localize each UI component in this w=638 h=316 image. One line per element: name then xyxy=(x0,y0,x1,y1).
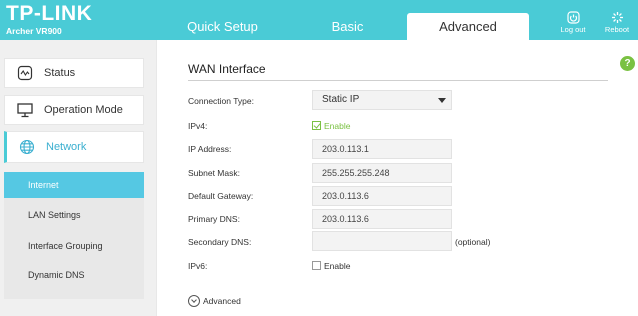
sidebar-item-network[interactable]: Network xyxy=(4,131,144,163)
page-title: WAN Interface xyxy=(188,62,266,76)
sidebar-item-label: Status xyxy=(44,67,76,79)
help-button[interactable]: ? xyxy=(620,56,635,71)
model-name: Archer VR900 xyxy=(6,26,62,36)
submenu-item-lan-settings[interactable]: LAN Settings xyxy=(4,202,144,228)
ipv4-enable-checkbox[interactable]: Enable xyxy=(312,121,350,131)
checkbox-checked-icon xyxy=(312,121,321,130)
checkbox-unchecked-icon xyxy=(312,261,321,270)
sidebar-item-status[interactable]: Status xyxy=(4,58,144,88)
ipv6-enable-label: Enable xyxy=(324,261,351,271)
submenu-item-internet[interactable]: Internet xyxy=(4,172,144,198)
subnet-mask-label: Subnet Mask: xyxy=(188,168,240,178)
ip-address-label: IP Address: xyxy=(188,144,232,154)
sidebar-divider xyxy=(156,40,157,316)
ip-address-input[interactable] xyxy=(312,139,452,159)
reboot-icon xyxy=(611,12,623,23)
reboot-label: Reboot xyxy=(604,25,630,34)
logout-icon xyxy=(566,11,580,24)
default-gateway-label: Default Gateway: xyxy=(188,191,254,201)
primary-dns-input[interactable] xyxy=(312,209,452,229)
reboot-button[interactable]: Reboot xyxy=(600,11,634,37)
connection-type-label: Connection Type: xyxy=(188,96,254,106)
logout-label: Log out xyxy=(560,25,586,34)
monitor-icon xyxy=(17,103,33,118)
status-icon xyxy=(17,65,33,81)
ipv4-label: IPv4: xyxy=(188,121,208,131)
primary-dns-label: Primary DNS: xyxy=(188,214,240,224)
ipv6-enable-checkbox[interactable]: Enable xyxy=(312,261,350,271)
network-submenu: Internet LAN Settings Interface Grouping… xyxy=(4,172,144,299)
top-header: TP-LINK Archer VR900 Quick Setup Basic A… xyxy=(0,0,638,40)
sidebar-item-label: Operation Mode xyxy=(44,104,123,116)
logout-button[interactable]: Log out xyxy=(556,11,590,37)
connection-type-select[interactable]: Static IP xyxy=(312,90,452,110)
ipv4-enable-label: Enable xyxy=(324,121,351,131)
advanced-toggle-label: Advanced xyxy=(203,296,241,306)
connection-type-value: Static IP xyxy=(322,94,360,105)
globe-icon xyxy=(19,139,35,155)
ipv6-label: IPv6: xyxy=(188,261,208,271)
tab-quick-setup[interactable]: Quick Setup xyxy=(170,13,275,40)
subnet-mask-input[interactable] xyxy=(312,163,452,183)
logo-text: TP-LINK xyxy=(6,2,93,25)
tab-advanced[interactable]: Advanced xyxy=(407,13,529,40)
sidebar-item-operation-mode[interactable]: Operation Mode xyxy=(4,95,144,125)
secondary-dns-label: Secondary DNS: xyxy=(188,237,252,247)
sidebar-item-label: Network xyxy=(46,141,87,153)
secondary-dns-input[interactable] xyxy=(312,231,452,251)
title-divider xyxy=(188,80,608,81)
chevron-down-circle-icon xyxy=(188,295,200,307)
advanced-toggle[interactable]: Advanced xyxy=(188,295,241,307)
sidebar: Status Operation Mode Network Internet L… xyxy=(0,40,156,316)
default-gateway-input[interactable] xyxy=(312,186,452,206)
submenu-item-interface-grouping[interactable]: Interface Grouping xyxy=(4,233,144,259)
tp-link-logo: TP-LINK Archer VR900 xyxy=(6,2,93,37)
tab-basic[interactable]: Basic xyxy=(295,13,400,40)
submenu-item-dynamic-dns[interactable]: Dynamic DNS xyxy=(4,262,144,288)
secondary-dns-optional-note: (optional) xyxy=(455,237,491,247)
chevron-down-icon xyxy=(438,98,446,103)
